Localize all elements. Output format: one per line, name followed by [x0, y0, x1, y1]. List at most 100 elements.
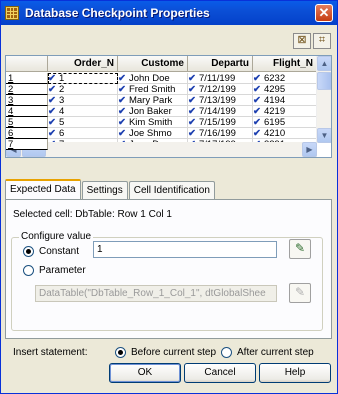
- checkmark-icon: ✔: [48, 128, 56, 139]
- table-cell[interactable]: ✔ Mary Park: [118, 95, 188, 106]
- table-cell[interactable]: ✔ 6232: [253, 73, 317, 84]
- row-header[interactable]: 5: [6, 117, 48, 128]
- checkmark-icon: ✔: [118, 106, 126, 117]
- tab-settings[interactable]: Settings: [81, 181, 128, 199]
- help-button[interactable]: Help: [259, 363, 331, 383]
- ok-button[interactable]: OK: [109, 363, 181, 383]
- table-cell[interactable]: ✔ 7/16/199: [188, 128, 253, 139]
- table-cell[interactable]: ✔ 5: [48, 117, 118, 128]
- cell-value: Fred Smith: [128, 84, 176, 95]
- cell-value: Jon Baker: [128, 106, 172, 117]
- checkmark-icon: ✔: [118, 128, 126, 139]
- scroll-down-button[interactable]: ▼: [317, 128, 331, 143]
- table-cell[interactable]: ✔ 4219: [253, 106, 317, 117]
- cell-value: Kim Smith: [128, 117, 173, 128]
- table-cell[interactable]: ✔ Kim Smith: [118, 117, 188, 128]
- cell-value: 7/12/199: [198, 84, 236, 95]
- row-header[interactable]: 1: [6, 73, 48, 84]
- parameter-label: Parameter: [39, 265, 86, 276]
- row-header[interactable]: 6: [6, 128, 48, 139]
- table-cell[interactable]: ✔ 7/11/199: [188, 73, 253, 84]
- tab-expected-data[interactable]: Expected Data: [5, 179, 81, 199]
- checkpoint-table[interactable]: Order_N Custome Departu Flight_N ✔ 1 ✔ John…: [5, 55, 332, 158]
- before-current-step-radio[interactable]: [115, 347, 126, 358]
- table-cell[interactable]: ✔ 6195: [253, 117, 317, 128]
- vertical-scrollbar[interactable]: ▲ ▼: [316, 56, 331, 143]
- checkmark-icon: ✔: [118, 84, 126, 95]
- cell-value: Joe Shmo: [128, 128, 172, 139]
- after-current-step-radio[interactable]: [221, 347, 232, 358]
- scroll-right-button[interactable]: ▶: [302, 142, 317, 157]
- table-cell[interactable]: ✔ 4295: [253, 84, 317, 95]
- tab-cell-identification[interactable]: Cell Identification: [128, 181, 215, 199]
- column-header[interactable]: Departu: [188, 56, 253, 72]
- row-header[interactable]: 4: [6, 106, 48, 117]
- cell-value: John Doe: [128, 73, 170, 84]
- column-header[interactable]: Flight_N: [253, 56, 317, 72]
- column-header[interactable]: Order_N: [48, 56, 118, 72]
- cell-value: Mary Park: [128, 95, 173, 106]
- configure-value-title: Configure value: [19, 231, 94, 242]
- close-button[interactable]: ✕: [315, 4, 333, 22]
- title-bar[interactable]: Database Checkpoint Properties ✕: [1, 1, 337, 25]
- checkmark-icon: ✔: [118, 95, 126, 106]
- table-cell[interactable]: ✔ 2: [48, 84, 118, 95]
- checkmark-icon: ✔: [48, 106, 56, 117]
- checkmark-icon: ✔: [253, 84, 261, 95]
- constant-radio[interactable]: [23, 246, 34, 257]
- cell-value: 7/13/199: [198, 95, 236, 106]
- checkmark-icon: ✔: [188, 117, 196, 128]
- table-cell[interactable]: ✔ Joe Shmo: [118, 128, 188, 139]
- checkmark-icon: ✔: [188, 84, 196, 95]
- tab-strip: Expected Data Settings Cell Identificati…: [5, 179, 216, 199]
- row-header[interactable]: 2: [6, 84, 48, 95]
- checkmark-icon: ✔: [48, 73, 56, 84]
- table-cell[interactable]: ✔ 4: [48, 106, 118, 117]
- cell-value: 6: [58, 128, 65, 139]
- clear-cells-button[interactable]: ⌗: [313, 33, 331, 49]
- checkmark-icon: ✔: [253, 73, 261, 84]
- select-all-cells-button[interactable]: ⊠: [293, 33, 311, 49]
- table-corner-header[interactable]: [6, 56, 48, 72]
- row-header[interactable]: 7: [6, 139, 48, 150]
- checkmark-icon: ✔: [253, 95, 261, 106]
- table-cell[interactable]: ✔ 7/15/199: [188, 117, 253, 128]
- grid-icon: ⌗: [318, 34, 326, 46]
- cell-value: 6232: [263, 73, 286, 84]
- table-cell[interactable]: ✔ 1: [48, 73, 118, 84]
- table-cell[interactable]: ✔ 7/12/199: [188, 84, 253, 95]
- scroll-up-button[interactable]: ▲: [317, 56, 331, 71]
- row-header[interactable]: 3: [6, 95, 48, 106]
- checkmark-grid-icon: ⊠: [297, 34, 307, 46]
- dialog-window: Database Checkpoint Properties ✕ ⊠ ⌗ Ord…: [0, 0, 338, 394]
- column-header[interactable]: Custome: [118, 56, 188, 72]
- cell-value: 5: [58, 117, 65, 128]
- constant-input[interactable]: 1: [93, 241, 277, 258]
- table-cell[interactable]: ✔ 3: [48, 95, 118, 106]
- table-cell[interactable]: ✔ 4194: [253, 95, 317, 106]
- cell-value: 2: [58, 84, 65, 95]
- parameter-radio[interactable]: [23, 265, 34, 276]
- checkmark-icon: ✔: [48, 95, 56, 106]
- checkmark-icon: ✔: [48, 84, 56, 95]
- scroll-thumb[interactable]: [317, 72, 331, 90]
- table-cell[interactable]: ✔ 6: [48, 128, 118, 139]
- table-cell[interactable]: ✔ John Doe: [118, 73, 188, 84]
- cell-value: 7/16/199: [198, 128, 236, 139]
- cancel-button[interactable]: Cancel: [184, 363, 256, 383]
- window-title: Database Checkpoint Properties: [25, 6, 210, 20]
- checkmark-icon: ✔: [188, 106, 196, 117]
- checkmark-icon: ✔: [188, 128, 196, 139]
- table-cell[interactable]: ✔ 4210: [253, 128, 317, 139]
- table-cell[interactable]: ✔ Jon Baker: [118, 106, 188, 117]
- cell-value: 7/11/199: [198, 73, 236, 84]
- selected-cell-label: Selected cell: DbTable: Row 1 Col 1: [13, 209, 172, 220]
- cell-value: 4194: [263, 95, 286, 106]
- table-cell[interactable]: ✔ 7/13/199: [188, 95, 253, 106]
- edit-constant-button[interactable]: ✎: [289, 239, 311, 259]
- horizontal-scrollbar[interactable]: ◀ ▶: [6, 142, 317, 157]
- close-icon: ✕: [318, 5, 330, 20]
- table-cell[interactable]: ✔ 7/14/199: [188, 106, 253, 117]
- table-cell[interactable]: ✔ Fred Smith: [118, 84, 188, 95]
- cell-value: 6195: [263, 117, 286, 128]
